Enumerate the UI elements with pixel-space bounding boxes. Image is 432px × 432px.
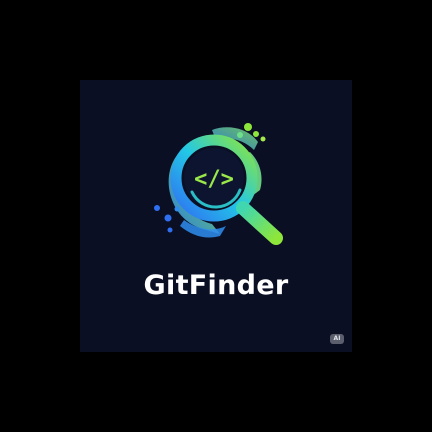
- sparkle-dot: [237, 132, 243, 138]
- brand-name: GitFinder: [143, 270, 289, 301]
- sparkle-dot: [244, 123, 252, 131]
- sparkle-dot: [174, 206, 180, 212]
- sparkle-dot: [154, 205, 160, 211]
- sparkle-dot: [167, 227, 173, 233]
- sparkle-dot: [260, 136, 266, 142]
- sparkle-dot: [253, 131, 259, 137]
- ai-badge: AI: [330, 334, 344, 344]
- page-stage: </> GitFinder AI: [0, 0, 432, 432]
- logo-card: </> GitFinder AI: [80, 80, 352, 352]
- code-brackets-icon: </>: [194, 167, 234, 192]
- sparkle-dot: [164, 214, 172, 222]
- magnifier-icon: </>: [154, 123, 283, 245]
- magnifier-handle: [236, 201, 283, 245]
